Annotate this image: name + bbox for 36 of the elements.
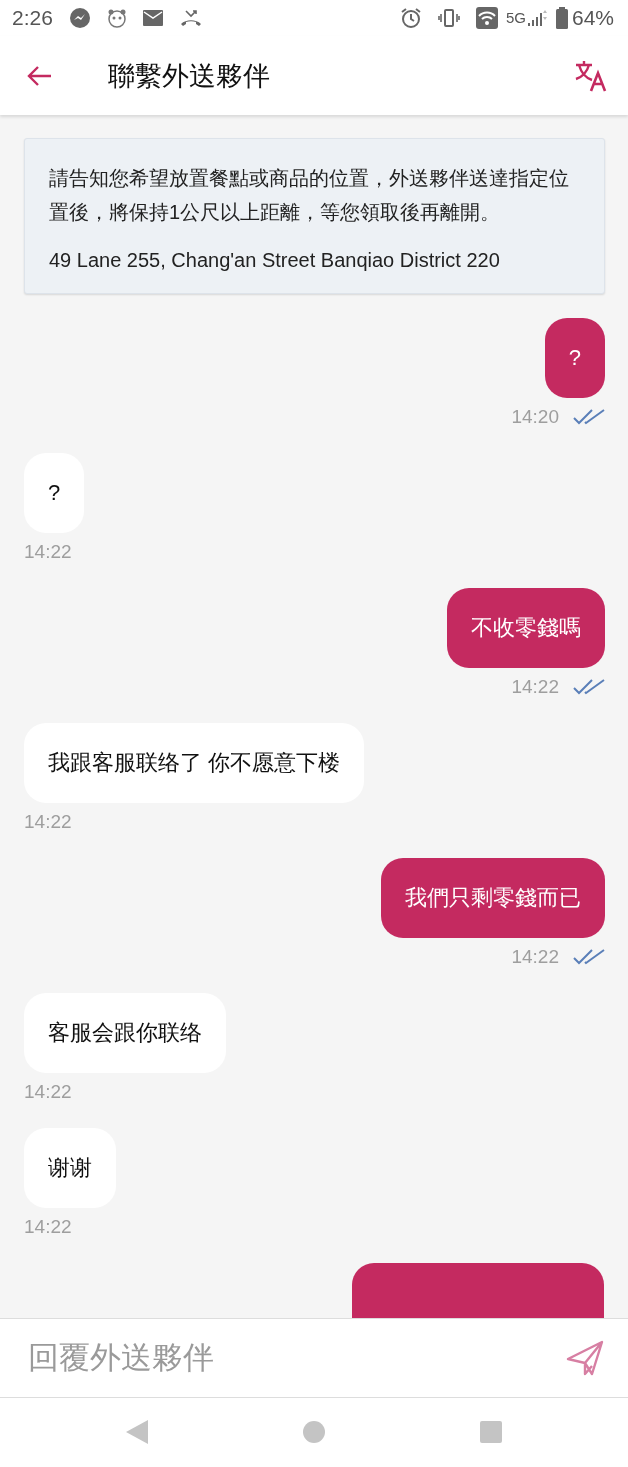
message-time: 14:22 [511,676,559,699]
battery-icon [555,7,568,30]
wifi-icon [475,7,498,30]
received-message: 客服会跟你联络 [24,993,226,1074]
back-nav-icon[interactable] [125,1420,148,1445]
page-title: 聯繫外送夥伴 [108,59,270,93]
reply-field[interactable]: 回覆外送夥伴 [26,1333,566,1383]
panda-icon [106,8,127,29]
alarm-icon [399,7,422,30]
message-time: 14:22 [24,811,72,834]
vibrate-icon [437,8,460,29]
battery-percent: 64% [571,5,614,32]
sent-message: 不收零錢嗎 [447,588,605,669]
received-message: ? [24,453,85,534]
clock-time: 2:26 [12,5,53,32]
sent-message: ? [544,318,605,399]
signal-icon [525,8,548,29]
home-nav-icon[interactable] [303,1421,325,1444]
received-message: 谢谢 [24,1128,116,1209]
recents-nav-icon[interactable] [480,1421,503,1444]
message-time: 14:20 [511,406,559,429]
message-time: 14:22 [24,1216,72,1239]
messenger-icon [68,7,91,30]
message-time: 14:22 [511,946,559,969]
message-time: 14:22 [24,1081,72,1104]
notice-text: 請告知您希望放置餐點或商品的位置，外送夥伴送達指定位置後，將保持1公尺以上距離，等您領取後再離開。 [49,166,570,226]
message-time: 14:22 [24,541,72,564]
mail-icon [142,10,163,27]
send-icon[interactable] [566,1340,604,1377]
delivery-address: 49 Lane 255, Chang'an Street Banqiao District 220 [49,248,501,274]
translate-icon[interactable] [574,59,608,92]
back-arrow-icon[interactable] [26,64,52,87]
sent-message: 我們只剩零錢而已 [381,858,605,939]
reply-bar[interactable]: 回覆外送夥伴 [0,1318,628,1398]
received-message: 我跟客服联络了 你不愿意下楼 [24,723,365,804]
network-type: 5G [505,7,526,28]
